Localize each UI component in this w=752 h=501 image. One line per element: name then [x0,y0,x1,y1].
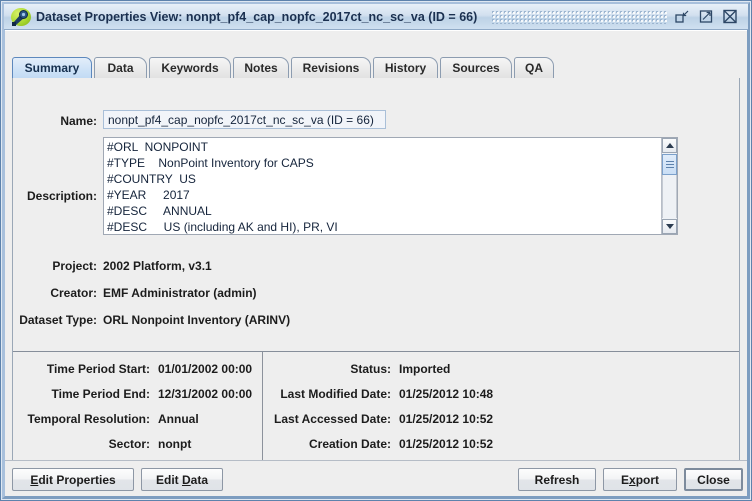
tab-notes[interactable]: Notes [233,57,289,78]
export-button[interactable]: Ex port [603,468,677,491]
dataset-icon [10,7,32,27]
description-scrollbar[interactable] [661,138,677,234]
sector-value: nonpt [158,437,192,451]
tab-keywords[interactable]: Keywords [149,57,231,78]
window-content: Summary Data Keywords Notes Revisions Hi… [5,30,747,496]
description-text: #ORL NONPOINT #TYPE NonPoint Inventory f… [107,140,338,234]
button-bar: Edit Properties Edit Data Refresh Ex port… [5,460,747,496]
time-period-start-value: 01/01/2002 00:00 [158,362,253,376]
creator-value: EMF Administrator (admin) [103,286,257,300]
tab-sources[interactable]: Sources [440,57,512,78]
scrollbar-thumb[interactable] [662,154,677,175]
refresh-button[interactable]: Refresh [518,468,596,491]
last-modified-date-value: 01/25/2012 10:48 [399,387,494,401]
close-button[interactable]: Cl ose [684,468,743,491]
tab-qa[interactable]: QA [514,57,554,78]
time-period-end-value: 12/31/2002 00:00 [158,387,253,401]
name-field[interactable]: nonpt_pf4_cap_nopfc_2017ct_nc_sc_va (ID … [103,110,386,129]
minimize-icon[interactable] [674,8,691,25]
temporal-resolution-value: Annual [158,412,199,426]
description-textarea[interactable]: #ORL NONPOINT #TYPE NonPoint Inventory f… [103,137,678,235]
status-label: Status: [350,362,391,376]
description-label: Description: [26,189,97,203]
time-period-start-label: Time Period Start: [46,362,150,376]
tab-data[interactable]: Data [94,57,147,78]
window-titlebar[interactable]: Dataset Properties View: nonpt_pf4_cap_n… [4,4,748,30]
window-title: Dataset Properties View: nonpt_pf4_cap_n… [36,9,478,24]
window-controls [674,8,739,25]
screenshot-root: Dataset Properties View: nonpt_pf4_cap_n… [0,0,752,501]
close-icon[interactable] [722,8,739,25]
edit-data-button[interactable]: Edit Data [141,468,223,491]
project-value: 2002 Platform, v3.1 [103,259,212,273]
creation-date-value: 01/25/2012 10:52 [399,437,494,451]
name-label: Name: [60,114,97,128]
scroll-up-icon[interactable] [662,138,677,153]
scrollbar-track[interactable] [662,175,677,218]
dataset-type-value: ORL Nonpoint Inventory (ARINV) [103,313,291,327]
tab-revisions[interactable]: Revisions [291,57,371,78]
creation-date-label: Creation Date: [308,437,391,451]
dataset-type-label: Dataset Type: [19,313,97,327]
temporal-resolution-label: Temporal Resolution: [27,412,150,426]
creator-label: Creator: [50,286,97,300]
tab-summary[interactable]: Summary [12,57,92,78]
summary-tab-page: Name: nonpt_pf4_cap_nopfc_2017ct_nc_sc_v… [12,78,740,487]
titlebar-grip [491,9,668,24]
scroll-down-icon[interactable] [662,219,677,234]
project-label: Project: [52,259,97,273]
last-accessed-date-value: 01/25/2012 10:52 [399,412,494,426]
maximize-icon[interactable] [698,8,715,25]
tab-strip: Summary Data Keywords Notes Revisions Hi… [12,57,740,78]
status-value: Imported [399,362,451,376]
last-accessed-date-label: Last Accessed Date: [274,412,391,426]
last-modified-date-label: Last Modified Date: [280,387,391,401]
tab-history[interactable]: History [373,57,438,78]
time-period-end-label: Time Period End: [51,387,150,401]
sector-label: Sector: [108,437,150,451]
edit-properties-button[interactable]: Edit Properties [12,468,134,491]
